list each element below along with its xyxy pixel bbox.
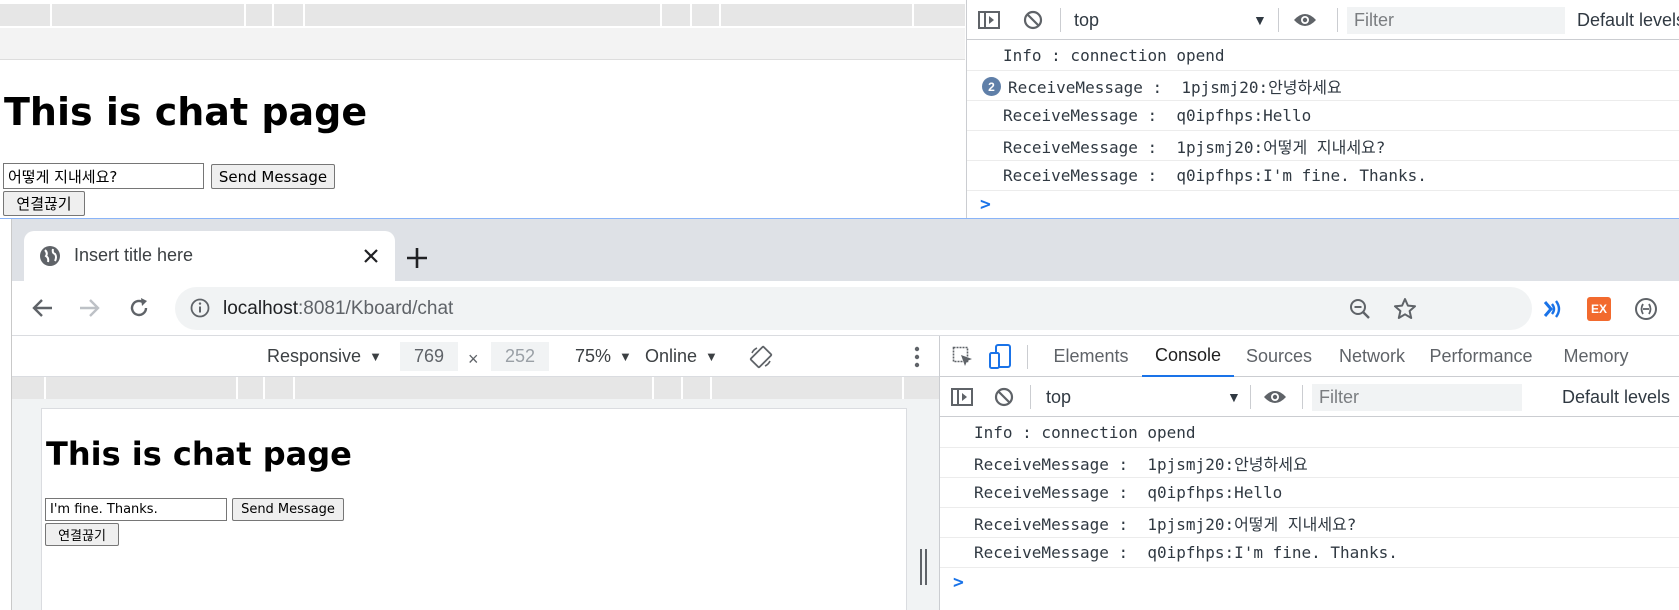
tab-strip: Insert title here bbox=[12, 219, 1679, 281]
devtools-tab-bar: Elements Console Sources Network Perform… bbox=[940, 336, 1679, 377]
background-page-viewport: This is chat page 어떻게 지내세요? Send Message… bbox=[0, 0, 965, 218]
tab-elements[interactable]: Elements bbox=[1040, 336, 1142, 377]
default-levels-dropdown[interactable]: Default levels bbox=[1577, 0, 1679, 40]
console-message: ReceiveMessage : 1pjsmj20:어떻게 지내세요? bbox=[967, 131, 1679, 161]
zoom-selector[interactable]: 75% ▼ bbox=[575, 336, 632, 377]
disconnect-button[interactable]: 연결끊기 bbox=[3, 191, 85, 216]
extension-icon[interactable] bbox=[1632, 295, 1660, 323]
tab-insert-title-here[interactable]: Insert title here bbox=[24, 231, 395, 281]
console-message: ReceiveMessage : q0ipfhps:Hello bbox=[967, 101, 1679, 131]
send-message-button[interactable]: Send Message bbox=[211, 164, 335, 189]
console-prompt[interactable]: > bbox=[953, 572, 964, 593]
filter-input[interactable]: Filter bbox=[1347, 7, 1565, 34]
send-message-button[interactable]: Send Message bbox=[232, 498, 344, 521]
device-emulation-area: This is chat page I'm fine. Thanks. Send… bbox=[12, 377, 939, 610]
sidebar-toggle-icon[interactable] bbox=[950, 385, 974, 409]
throttling-selector[interactable]: Online ▼ bbox=[645, 336, 718, 377]
console-message: ReceiveMessage : q0ipfhps:Hello bbox=[940, 478, 1679, 508]
url-path: :8081/Kboard/chat bbox=[298, 298, 454, 319]
console-message: Info : connection opend bbox=[967, 41, 1679, 71]
device-toolbar: Responsive ▼ 769 × 252 75% ▼ Online ▼ bbox=[12, 336, 939, 377]
media-query-ruler[interactable] bbox=[12, 377, 939, 399]
filter-input[interactable]: Filter bbox=[1312, 384, 1522, 411]
ex-extension-icon[interactable]: EX bbox=[1587, 297, 1611, 321]
disconnect-button[interactable]: 연결끊기 bbox=[45, 523, 119, 546]
console-message: 2 ReceiveMessage : 1pjsmj20:안녕하세요 bbox=[967, 71, 1679, 101]
background-devtools-console: top ▼ Filter Default levels Info : conne… bbox=[966, 0, 1679, 218]
url-text[interactable]: localhost:8081/Kboard/chat bbox=[223, 298, 453, 320]
console-message: ReceiveMessage : q0ipfhps:I'm fine. Than… bbox=[940, 538, 1679, 568]
ruler-band bbox=[0, 28, 965, 60]
forward-icon[interactable] bbox=[77, 295, 103, 321]
chevron-down-icon: ▼ bbox=[705, 349, 718, 364]
page-title: This is chat page bbox=[46, 435, 352, 473]
viewport-height-input[interactable]: 252 bbox=[491, 342, 549, 371]
globe-icon bbox=[39, 245, 61, 267]
address-bar[interactable]: localhost:8081/Kboard/chat bbox=[175, 287, 1532, 330]
default-levels-dropdown[interactable]: Default levels▼ bbox=[1562, 377, 1679, 417]
reload-icon[interactable] bbox=[126, 295, 152, 321]
eye-icon[interactable] bbox=[1262, 385, 1288, 409]
info-icon[interactable] bbox=[189, 297, 211, 319]
repeat-count-badge: 2 bbox=[982, 77, 1001, 96]
url-host: localhost bbox=[223, 298, 298, 319]
wallet-extension-icon[interactable] bbox=[1538, 295, 1566, 323]
viewport-width-input[interactable]: 769 bbox=[400, 342, 458, 371]
tab-network[interactable]: Network bbox=[1324, 336, 1420, 377]
devtools-panel: Elements Console Sources Network Perform… bbox=[939, 336, 1679, 610]
rotate-icon[interactable] bbox=[748, 344, 774, 370]
more-options-icon[interactable] bbox=[907, 344, 927, 370]
tab-console[interactable]: Console bbox=[1142, 336, 1234, 377]
chevron-down-icon: ▼ bbox=[619, 349, 632, 364]
media-query-ruler[interactable] bbox=[0, 4, 965, 26]
tab-memory[interactable]: Memory bbox=[1542, 336, 1650, 377]
clear-console-icon[interactable] bbox=[1021, 8, 1045, 32]
sidebar-toggle-icon[interactable] bbox=[977, 8, 1001, 32]
browser-window: Insert title here localhost:8081/Kboard/… bbox=[11, 219, 1679, 610]
navigation-toolbar: localhost:8081/Kboard/chat EX bbox=[12, 281, 1679, 336]
tab-performance[interactable]: Performance bbox=[1420, 336, 1542, 377]
clear-console-icon[interactable] bbox=[992, 385, 1016, 409]
close-tab-icon[interactable] bbox=[359, 244, 383, 268]
dimension-separator: × bbox=[468, 349, 479, 369]
context-selector-label[interactable]: top bbox=[1074, 0, 1099, 40]
emulated-page: This is chat page I'm fine. Thanks. Send… bbox=[41, 408, 907, 610]
inspect-element-icon[interactable] bbox=[950, 344, 976, 370]
console-prompt[interactable]: > bbox=[980, 194, 991, 215]
bookmark-star-icon[interactable] bbox=[1392, 296, 1418, 322]
console-message: ReceiveMessage : q0ipfhps:I'm fine. Than… bbox=[967, 161, 1679, 191]
tab-title: Insert title here bbox=[74, 245, 194, 265]
chevron-down-icon: ▼ bbox=[369, 349, 382, 364]
console-message: ReceiveMessage : 1pjsmj20:어떻게 지내세요? bbox=[940, 508, 1679, 538]
eye-icon[interactable] bbox=[1292, 8, 1318, 32]
device-toggle-icon[interactable] bbox=[987, 342, 1013, 372]
console-toolbar: top ▼ Filter Default levels bbox=[967, 0, 1679, 40]
back-icon[interactable] bbox=[29, 295, 55, 321]
device-selector[interactable]: Responsive ▼ bbox=[267, 336, 382, 377]
tab-sources[interactable]: Sources bbox=[1234, 336, 1324, 377]
chevron-down-icon[interactable]: ▼ bbox=[1227, 377, 1241, 417]
zoom-out-icon[interactable] bbox=[1348, 297, 1372, 321]
console-message: Info : connection opend bbox=[940, 418, 1679, 448]
page-title: This is chat page bbox=[4, 90, 368, 134]
chevron-down-icon[interactable]: ▼ bbox=[1253, 0, 1267, 40]
message-input[interactable]: 어떻게 지내세요? bbox=[3, 163, 204, 189]
context-selector-label[interactable]: top bbox=[1046, 377, 1071, 417]
console-message: ReceiveMessage : 1pjsmj20:안녕하세요 bbox=[940, 448, 1679, 478]
viewport-resize-handle[interactable] bbox=[919, 547, 929, 587]
new-tab-icon[interactable] bbox=[403, 244, 431, 272]
message-input[interactable]: I'm fine. Thanks. bbox=[45, 498, 227, 521]
console-toolbar: top ▼ Filter Default levels▼ bbox=[940, 377, 1679, 417]
